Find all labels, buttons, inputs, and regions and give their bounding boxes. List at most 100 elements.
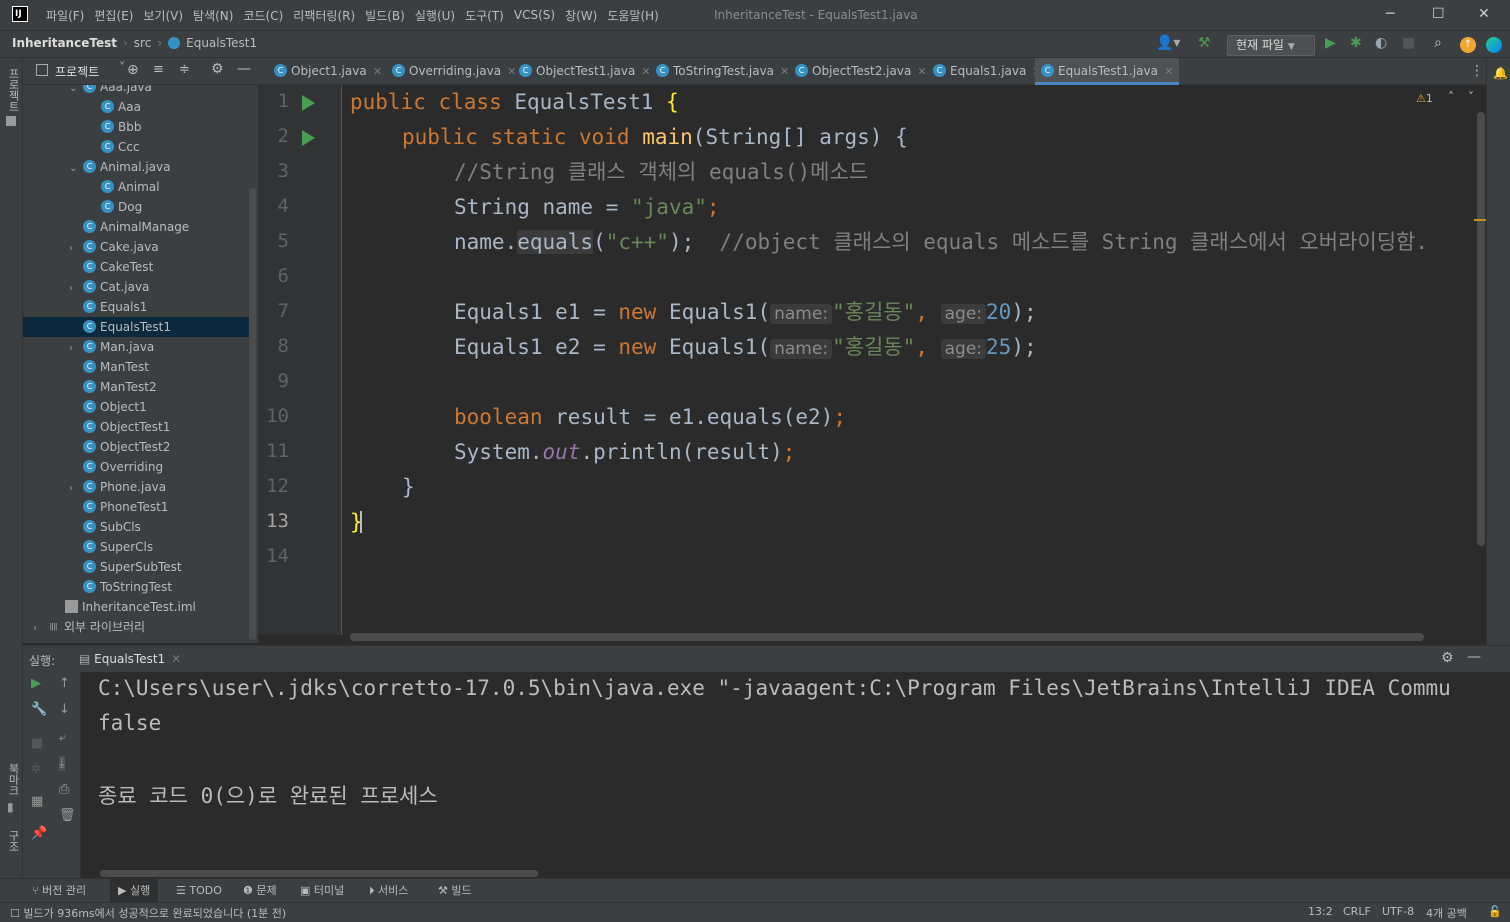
tab-menu-icon[interactable]: ⋮: [1470, 63, 1484, 79]
collapse-arrow-icon[interactable]: ›: [33, 619, 47, 639]
project-tree-item[interactable]: C EqualsTest1: [23, 317, 249, 337]
hide-run-panel-icon[interactable]: —: [1467, 649, 1481, 665]
scroll-to-end-icon[interactable]: ⤓: [59, 756, 65, 771]
project-tree-item[interactable]: C CakeTest: [23, 257, 249, 277]
settings-gear-icon[interactable]: ⚙: [211, 61, 224, 77]
project-tree-item[interactable]: › ǁǁ 외부 라이브러리: [23, 617, 249, 637]
editor-tab[interactable]: CEquals1.java✕: [927, 58, 1048, 85]
caret-position[interactable]: 13:2: [1308, 905, 1333, 918]
project-tree-item[interactable]: C ManTest2: [23, 377, 249, 397]
collapse-arrow-icon[interactable]: ›: [69, 279, 83, 299]
project-tree-item[interactable]: C Overriding: [23, 457, 249, 477]
run-gutter-icon[interactable]: [302, 95, 315, 111]
update-icon[interactable]: ↑: [1460, 37, 1476, 53]
editor-horizontal-scrollbar[interactable]: [350, 633, 1424, 641]
collapse-arrow-icon[interactable]: ›: [69, 239, 83, 259]
run-tab-equalstest1[interactable]: ▤ EqualsTest1 ✕: [79, 652, 181, 666]
project-tree-item[interactable]: › C Man.java: [23, 337, 249, 357]
scroll-up-icon[interactable]: ↑: [59, 676, 70, 691]
hide-panel-icon[interactable]: —: [237, 61, 251, 77]
editor-tab[interactable]: C ObjectTest2.java ✕: [789, 58, 933, 85]
project-tree-item[interactable]: C AnimalManage: [23, 217, 249, 237]
close-tab-icon[interactable]: ✕: [373, 65, 382, 78]
menu-refactor[interactable]: 리팩터링(R): [293, 7, 355, 24]
lock-icon[interactable]: 🔓: [1488, 905, 1502, 918]
project-tool-tab[interactable]: 프로젝트: [5, 68, 21, 112]
scroll-down-icon[interactable]: ↓: [59, 702, 70, 717]
close-window-icon[interactable]: ✕: [1478, 6, 1490, 22]
menu-file[interactable]: 파일(F): [46, 7, 84, 24]
notifications-icon[interactable]: 🔔: [1493, 66, 1508, 80]
editor-tab[interactable]: C ObjectTest1.java ✕: [513, 58, 657, 85]
menu-navigate[interactable]: 탐색(N): [193, 7, 233, 24]
tool-tab-build[interactable]: ⚒ 빌드: [438, 879, 472, 903]
expand-all-icon[interactable]: ≡: [153, 62, 164, 77]
edit-configuration-wrench-icon[interactable]: 🔧: [31, 702, 47, 717]
build-hammer-icon[interactable]: ⚒: [1198, 35, 1211, 51]
menu-tools[interactable]: 도구(T): [465, 7, 504, 24]
tool-tab-todo[interactable]: ☰ TODO: [176, 879, 222, 903]
coverage-icon[interactable]: ◐: [1375, 35, 1387, 51]
editor-vertical-scrollbar[interactable]: [1477, 112, 1485, 546]
collapse-arrow-icon[interactable]: ›: [69, 339, 83, 359]
menu-edit[interactable]: 편집(E): [94, 7, 133, 24]
project-tree-item[interactable]: InheritanceTest.iml: [23, 597, 249, 617]
previous-highlight-icon[interactable]: ˄: [1448, 90, 1454, 104]
project-tree-item[interactable]: › C Cat.java: [23, 277, 249, 297]
status-message[interactable]: ☐ 빌드가 936ms에서 성공적으로 완료되었습니다 (1분 전): [10, 905, 286, 921]
pin-tab-icon[interactable]: 📌: [31, 826, 47, 841]
tool-tab-terminal[interactable]: ▣ 터미널: [300, 879, 344, 903]
close-run-tab-icon[interactable]: ✕: [171, 652, 181, 666]
collapse-all-icon[interactable]: ≑: [179, 62, 190, 77]
run-gutter-icon[interactable]: [302, 130, 315, 146]
project-tree-item[interactable]: C SuperSubTest: [23, 557, 249, 577]
tool-tab-version-control[interactable]: ⑂ 버전 관리: [32, 879, 86, 903]
run-icon[interactable]: ▶: [1325, 35, 1336, 51]
search-icon[interactable]: ⌕: [1434, 35, 1442, 51]
console-horizontal-scrollbar[interactable]: [100, 870, 538, 877]
rerun-icon[interactable]: ▶: [31, 676, 41, 691]
project-tree-item[interactable]: C Animal: [23, 177, 249, 197]
project-tree-item[interactable]: C PhoneTest1: [23, 497, 249, 517]
run-configuration-select[interactable]: 현재 파일 ▼: [1227, 35, 1315, 56]
layout-icon[interactable]: ▦: [31, 794, 43, 809]
clear-console-trash-icon[interactable]: 🗑: [59, 808, 76, 823]
project-tree-item[interactable]: C ObjectTest2: [23, 437, 249, 457]
close-tab-icon[interactable]: ✕: [780, 65, 789, 78]
kill-process-icon[interactable]: ✲: [31, 762, 42, 777]
editor-tab[interactable]: C ToStringTest.java ✕: [650, 58, 795, 85]
stop-icon[interactable]: ■: [1402, 35, 1415, 51]
project-tree-item[interactable]: C Ccc: [23, 137, 249, 157]
menu-build[interactable]: 빌드(B): [365, 7, 405, 24]
project-panel-title[interactable]: 프로젝트: [55, 63, 99, 80]
project-tree-item[interactable]: ⌄ C Aaa.java: [23, 85, 249, 97]
collapse-arrow-icon[interactable]: ›: [69, 479, 83, 499]
warning-stripe-marker[interactable]: [1474, 219, 1486, 221]
user-icon[interactable]: 👤▾: [1156, 35, 1180, 51]
editor-tab[interactable]: C Object1.java ✕: [268, 58, 388, 85]
menu-view[interactable]: 보기(V): [143, 7, 183, 24]
tool-tab-services[interactable]: ⏵ 서비스: [369, 879, 408, 903]
menu-window[interactable]: 창(W): [565, 7, 597, 24]
code-editor[interactable]: public class EqualsTest1 { public static…: [342, 85, 1476, 635]
structure-tool-tab[interactable]: 구조: [5, 830, 21, 852]
project-tree-item[interactable]: C Aaa: [23, 97, 249, 117]
project-scrollbar[interactable]: [249, 188, 256, 640]
locate-file-icon[interactable]: ⊕: [127, 62, 139, 78]
project-tree-item[interactable]: ⌄ C Animal.java: [23, 157, 249, 177]
jetbrains-toolbox-icon[interactable]: [1486, 37, 1502, 53]
debug-icon[interactable]: ✱: [1350, 35, 1362, 51]
expand-arrow-icon[interactable]: ⌄: [69, 159, 83, 179]
intellij-logo-icon[interactable]: IJ: [12, 6, 28, 22]
view-dropdown-icon[interactable]: ˅: [119, 61, 126, 76]
project-tree-item[interactable]: › C Cake.java: [23, 237, 249, 257]
editor-tab[interactable]: C Overriding.java ✕: [386, 58, 522, 85]
close-tab-icon[interactable]: ✕: [1164, 65, 1173, 78]
tool-tab-problems[interactable]: ❶ 문제: [243, 879, 277, 903]
tool-tab-run[interactable]: ▶ 실행: [110, 879, 159, 903]
project-tree-item[interactable]: C Equals1: [23, 297, 249, 317]
project-tree-item[interactable]: C Bbb: [23, 117, 249, 137]
project-tree-item[interactable]: C SuperCls: [23, 537, 249, 557]
soft-wrap-icon[interactable]: ⤶: [59, 730, 66, 745]
run-settings-gear-icon[interactable]: ⚙: [1441, 650, 1454, 666]
